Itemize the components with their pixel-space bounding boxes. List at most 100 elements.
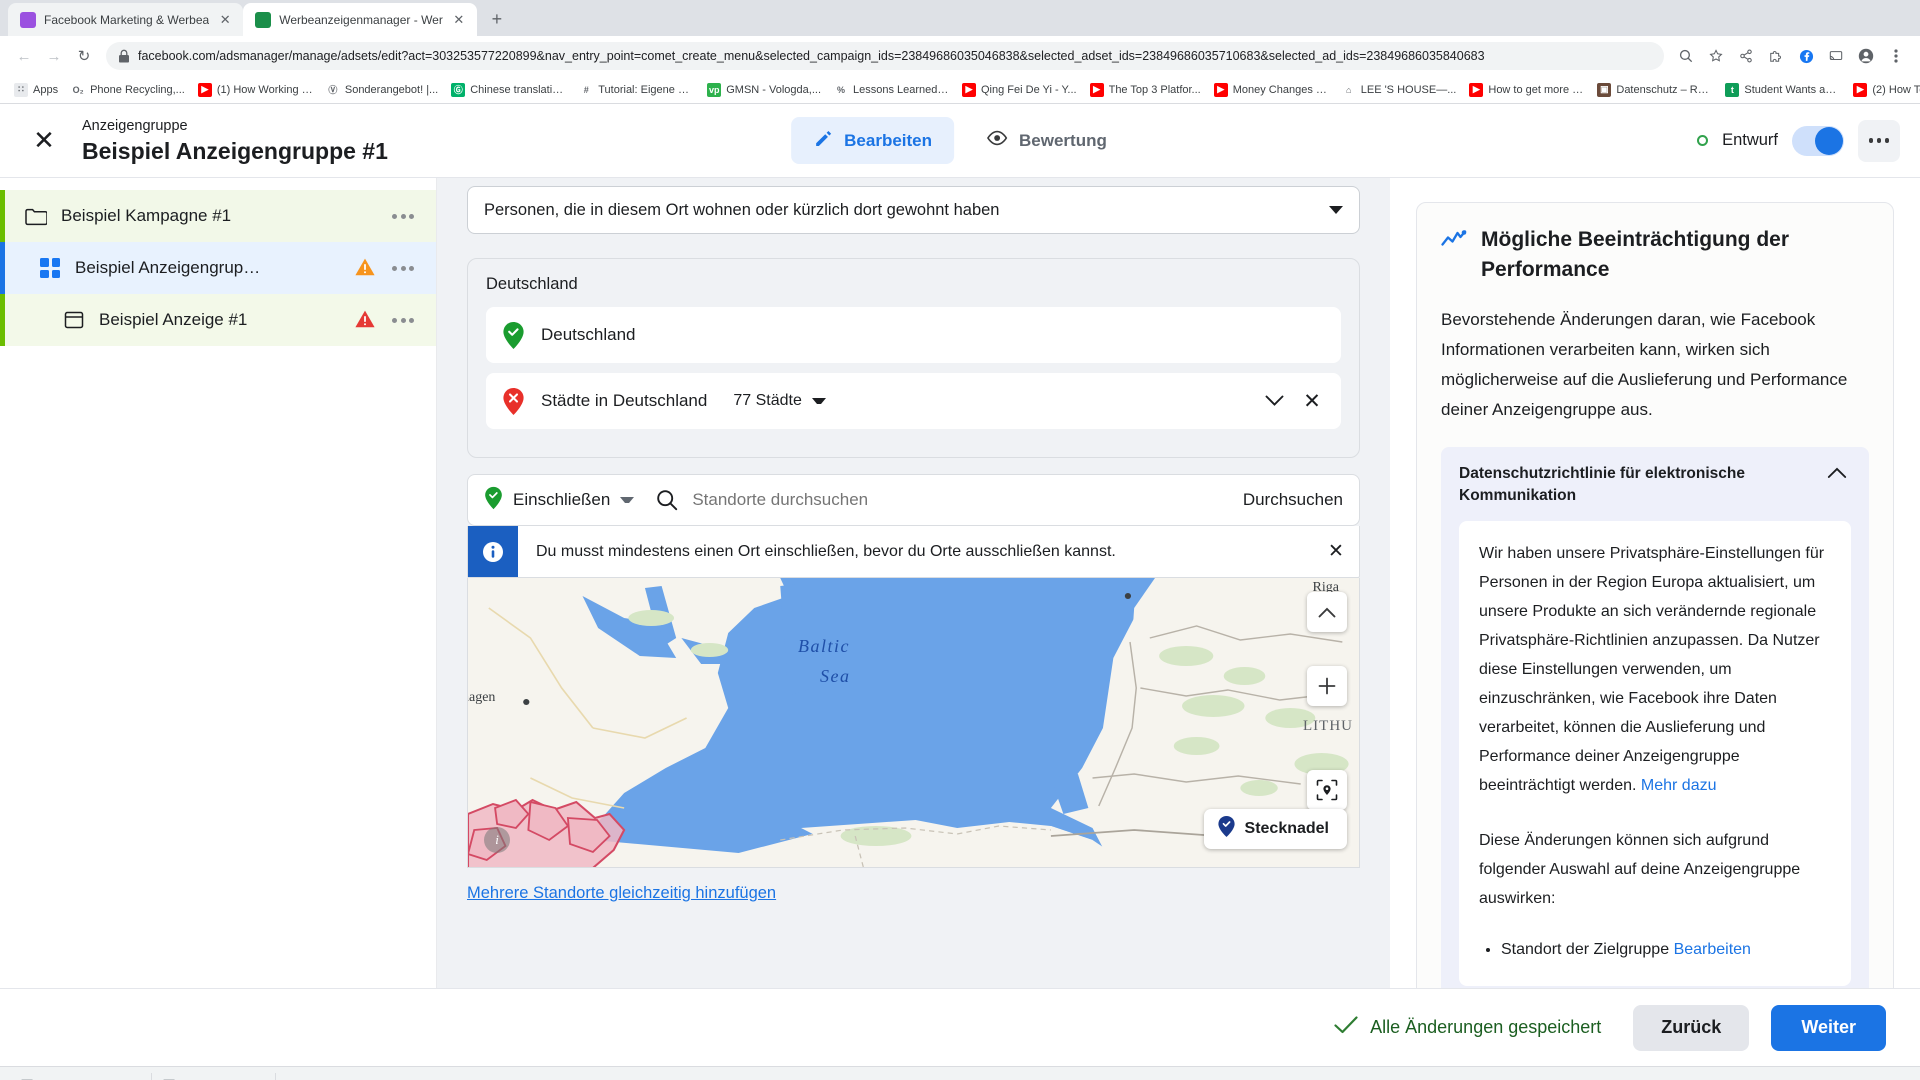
- bookmark-item[interactable]: O₂ Phone Recycling,...: [65, 80, 191, 100]
- bookmark-label: (1) How Working a...: [216, 83, 313, 96]
- location-count-value: 77 Städte: [733, 392, 802, 409]
- forward-icon[interactable]: →: [40, 42, 68, 70]
- bookmark-label: Sonderangebot! |...: [344, 83, 439, 96]
- tab-close-icon[interactable]: ✕: [451, 12, 467, 28]
- bookmark-item[interactable]: ∷ Apps: [8, 80, 64, 100]
- zoom-icon[interactable]: [1672, 43, 1700, 69]
- bookmark-favicon-icon: t: [1725, 82, 1740, 97]
- bookmark-item[interactable]: ▶ (2) How To Add A...: [1847, 80, 1920, 100]
- map-attribution-icon[interactable]: i: [484, 827, 510, 853]
- bookmark-label: Datenschutz – Re...: [1616, 83, 1713, 96]
- profile-avatar-icon[interactable]: [1852, 43, 1880, 69]
- location-name: Städte in Deutschland: [541, 391, 708, 410]
- bookmark-item[interactable]: ⌂ LEE 'S HOUSE—...: [1336, 80, 1463, 100]
- drop-pin-button[interactable]: Stecknadel: [1203, 809, 1347, 849]
- facebook-icon[interactable]: [1792, 43, 1820, 69]
- bookmark-star-icon[interactable]: [1702, 43, 1730, 69]
- info-banner: Du musst mindestens einen Ort einschließ…: [467, 526, 1360, 578]
- map-locate-button[interactable]: [1307, 770, 1347, 810]
- ad-kebab-button[interactable]: [388, 317, 418, 323]
- share-icon[interactable]: [1732, 43, 1760, 69]
- warning-triangle-icon: [354, 257, 376, 279]
- card-icon: [60, 310, 88, 330]
- bookmark-label: Lessons Learned f...: [853, 83, 949, 96]
- close-editor-button[interactable]: ✕: [24, 121, 64, 161]
- info-banner-close-button[interactable]: ✕: [1313, 526, 1359, 577]
- location-item-include[interactable]: Deutschland: [486, 307, 1341, 363]
- bookmark-item[interactable]: ▶ The Top 3 Platfor...: [1084, 80, 1207, 100]
- extension-puzzle-icon[interactable]: [1762, 43, 1790, 69]
- bookmark-item[interactable]: ▣ Datenschutz – Re...: [1591, 80, 1718, 100]
- privacy-paragraph-2: Diese Änderungen können sich aufgrund fo…: [1479, 832, 1801, 907]
- browser-tab-active[interactable]: Werbeanzeigenmanager - Wer ✕: [243, 3, 477, 36]
- download-item[interactable]: Duvet (1).mp3 ^: [10, 1072, 153, 1080]
- map-zoom-in-button[interactable]: [1307, 666, 1347, 706]
- bookmark-item[interactable]: ▶ Money Changes E...: [1208, 80, 1335, 100]
- expand-location-button[interactable]: [1259, 386, 1289, 416]
- chevron-down-icon: [811, 398, 826, 404]
- omnibox-icons: [1672, 43, 1910, 69]
- activate-toggle[interactable]: [1792, 125, 1844, 156]
- bookmark-label: LEE 'S HOUSE—...: [1360, 83, 1457, 96]
- bookmark-item[interactable]: ▶ (1) How Working a...: [192, 80, 319, 100]
- bookmark-item[interactable]: # Tutorial: Eigene Fa...: [573, 80, 700, 100]
- add-multiple-locations-link[interactable]: Mehrere Standorte gleichzeitig hinzufüge…: [467, 884, 776, 903]
- chevron-up-icon: [1827, 467, 1847, 478]
- browser-tab[interactable]: Facebook Marketing & Werbea ✕: [8, 3, 244, 36]
- remove-location-button[interactable]: ✕: [1297, 386, 1327, 416]
- bookmark-favicon-icon: %: [834, 82, 848, 97]
- reload-icon[interactable]: ↻: [70, 42, 98, 70]
- bookmark-favicon-icon: Ⓖ: [451, 82, 466, 97]
- tab-close-icon[interactable]: ✕: [217, 12, 233, 28]
- location-name: Deutschland: [541, 325, 636, 344]
- audience-type-value: Personen, die in diesem Ort wohnen oder …: [484, 200, 1000, 219]
- location-item-exclude[interactable]: Städte in Deutschland 77 Städte ✕: [486, 373, 1341, 429]
- adset-kebab-button[interactable]: [388, 265, 418, 271]
- info-banner-text: Du musst mindestens einen Ort einschließ…: [536, 542, 1116, 560]
- privacy-policy-title: Datenschutzrichtlinie für elektronische …: [1459, 465, 1745, 504]
- bookmark-item[interactable]: Ⓖ Chinese translatio...: [445, 80, 572, 100]
- campaign-kebab-button[interactable]: [388, 213, 418, 219]
- tab-strip: Facebook Marketing & Werbea ✕ Werbeanzei…: [0, 0, 1920, 36]
- location-map[interactable]: Baltic Sea Riga LITHU hagen: [467, 578, 1360, 868]
- bookmark-item[interactable]: Ⓥ Sonderangebot! |...: [320, 80, 444, 100]
- bookmark-item[interactable]: ▶ How to get more v...: [1463, 80, 1590, 100]
- chevron-up-icon: [1318, 607, 1336, 617]
- more-info-link[interactable]: Mehr dazu: [1641, 777, 1717, 794]
- bookmark-label: (2) How To Add A...: [1872, 83, 1920, 96]
- next-button[interactable]: Weiter: [1771, 1004, 1886, 1051]
- drop-pin-label: Stecknadel: [1244, 820, 1329, 837]
- back-icon[interactable]: ←: [10, 42, 38, 70]
- bookmark-item[interactable]: ▶ Qing Fei De Yi - Y...: [956, 80, 1083, 100]
- privacy-paragraph-1-text: Wir haben unsere Privatsphäre-Einstellun…: [1479, 545, 1825, 794]
- bookmark-favicon-icon: ▶: [1853, 82, 1868, 97]
- sidebar-item-ad[interactable]: Beispiel Anzeige #1: [0, 294, 436, 346]
- address-bar[interactable]: facebook.com/adsmanager/manage/adsets/ed…: [106, 42, 1664, 70]
- bookmark-item[interactable]: % Lessons Learned f...: [828, 80, 955, 100]
- cast-icon[interactable]: [1822, 43, 1850, 69]
- new-tab-button[interactable]: +: [483, 5, 511, 33]
- audience-type-select[interactable]: Personen, die in diesem Ort wohnen oder …: [467, 186, 1360, 234]
- tab-bearbeiten[interactable]: Bearbeiten: [791, 117, 955, 164]
- sidebar-item-adset[interactable]: Beispiel Anzeigengrup…: [0, 242, 436, 294]
- app-body: Beispiel Kampagne #1 Beispiel Anzeigengr…: [0, 178, 1920, 1066]
- tab-bewertung[interactable]: Bewertung: [964, 117, 1129, 164]
- more-options-button[interactable]: [1858, 119, 1900, 162]
- map-collapse-button[interactable]: [1307, 592, 1347, 632]
- chevron-down-icon: [620, 497, 635, 503]
- bookmark-item[interactable]: vp GMSN - Vologda,...: [701, 80, 827, 100]
- sidebar-item-campaign[interactable]: Beispiel Kampagne #1: [0, 190, 436, 242]
- browser-menu-icon[interactable]: [1882, 43, 1910, 69]
- download-item[interactable]: Duvet.mp3 ^: [152, 1072, 277, 1080]
- include-mode-dropdown[interactable]: Einschließen: [484, 486, 635, 515]
- location-count-dropdown[interactable]: 77 Städte: [733, 392, 826, 410]
- privacy-collapse-button[interactable]: [1827, 466, 1851, 484]
- bookmark-item[interactable]: t Student Wants an...: [1719, 80, 1846, 100]
- bookmark-favicon-icon: ▶: [962, 82, 976, 97]
- search-input[interactable]: [692, 490, 1243, 510]
- edit-audience-location-link[interactable]: Bearbeiten: [1674, 941, 1751, 958]
- back-button[interactable]: Zurück: [1633, 1004, 1750, 1051]
- search-submit-button[interactable]: Durchsuchen: [1243, 490, 1343, 510]
- privacy-policy-header[interactable]: Datenschutzrichtlinie für elektronische …: [1459, 463, 1851, 507]
- privacy-policy-body: Wir haben unsere Privatsphäre-Einstellun…: [1459, 521, 1851, 986]
